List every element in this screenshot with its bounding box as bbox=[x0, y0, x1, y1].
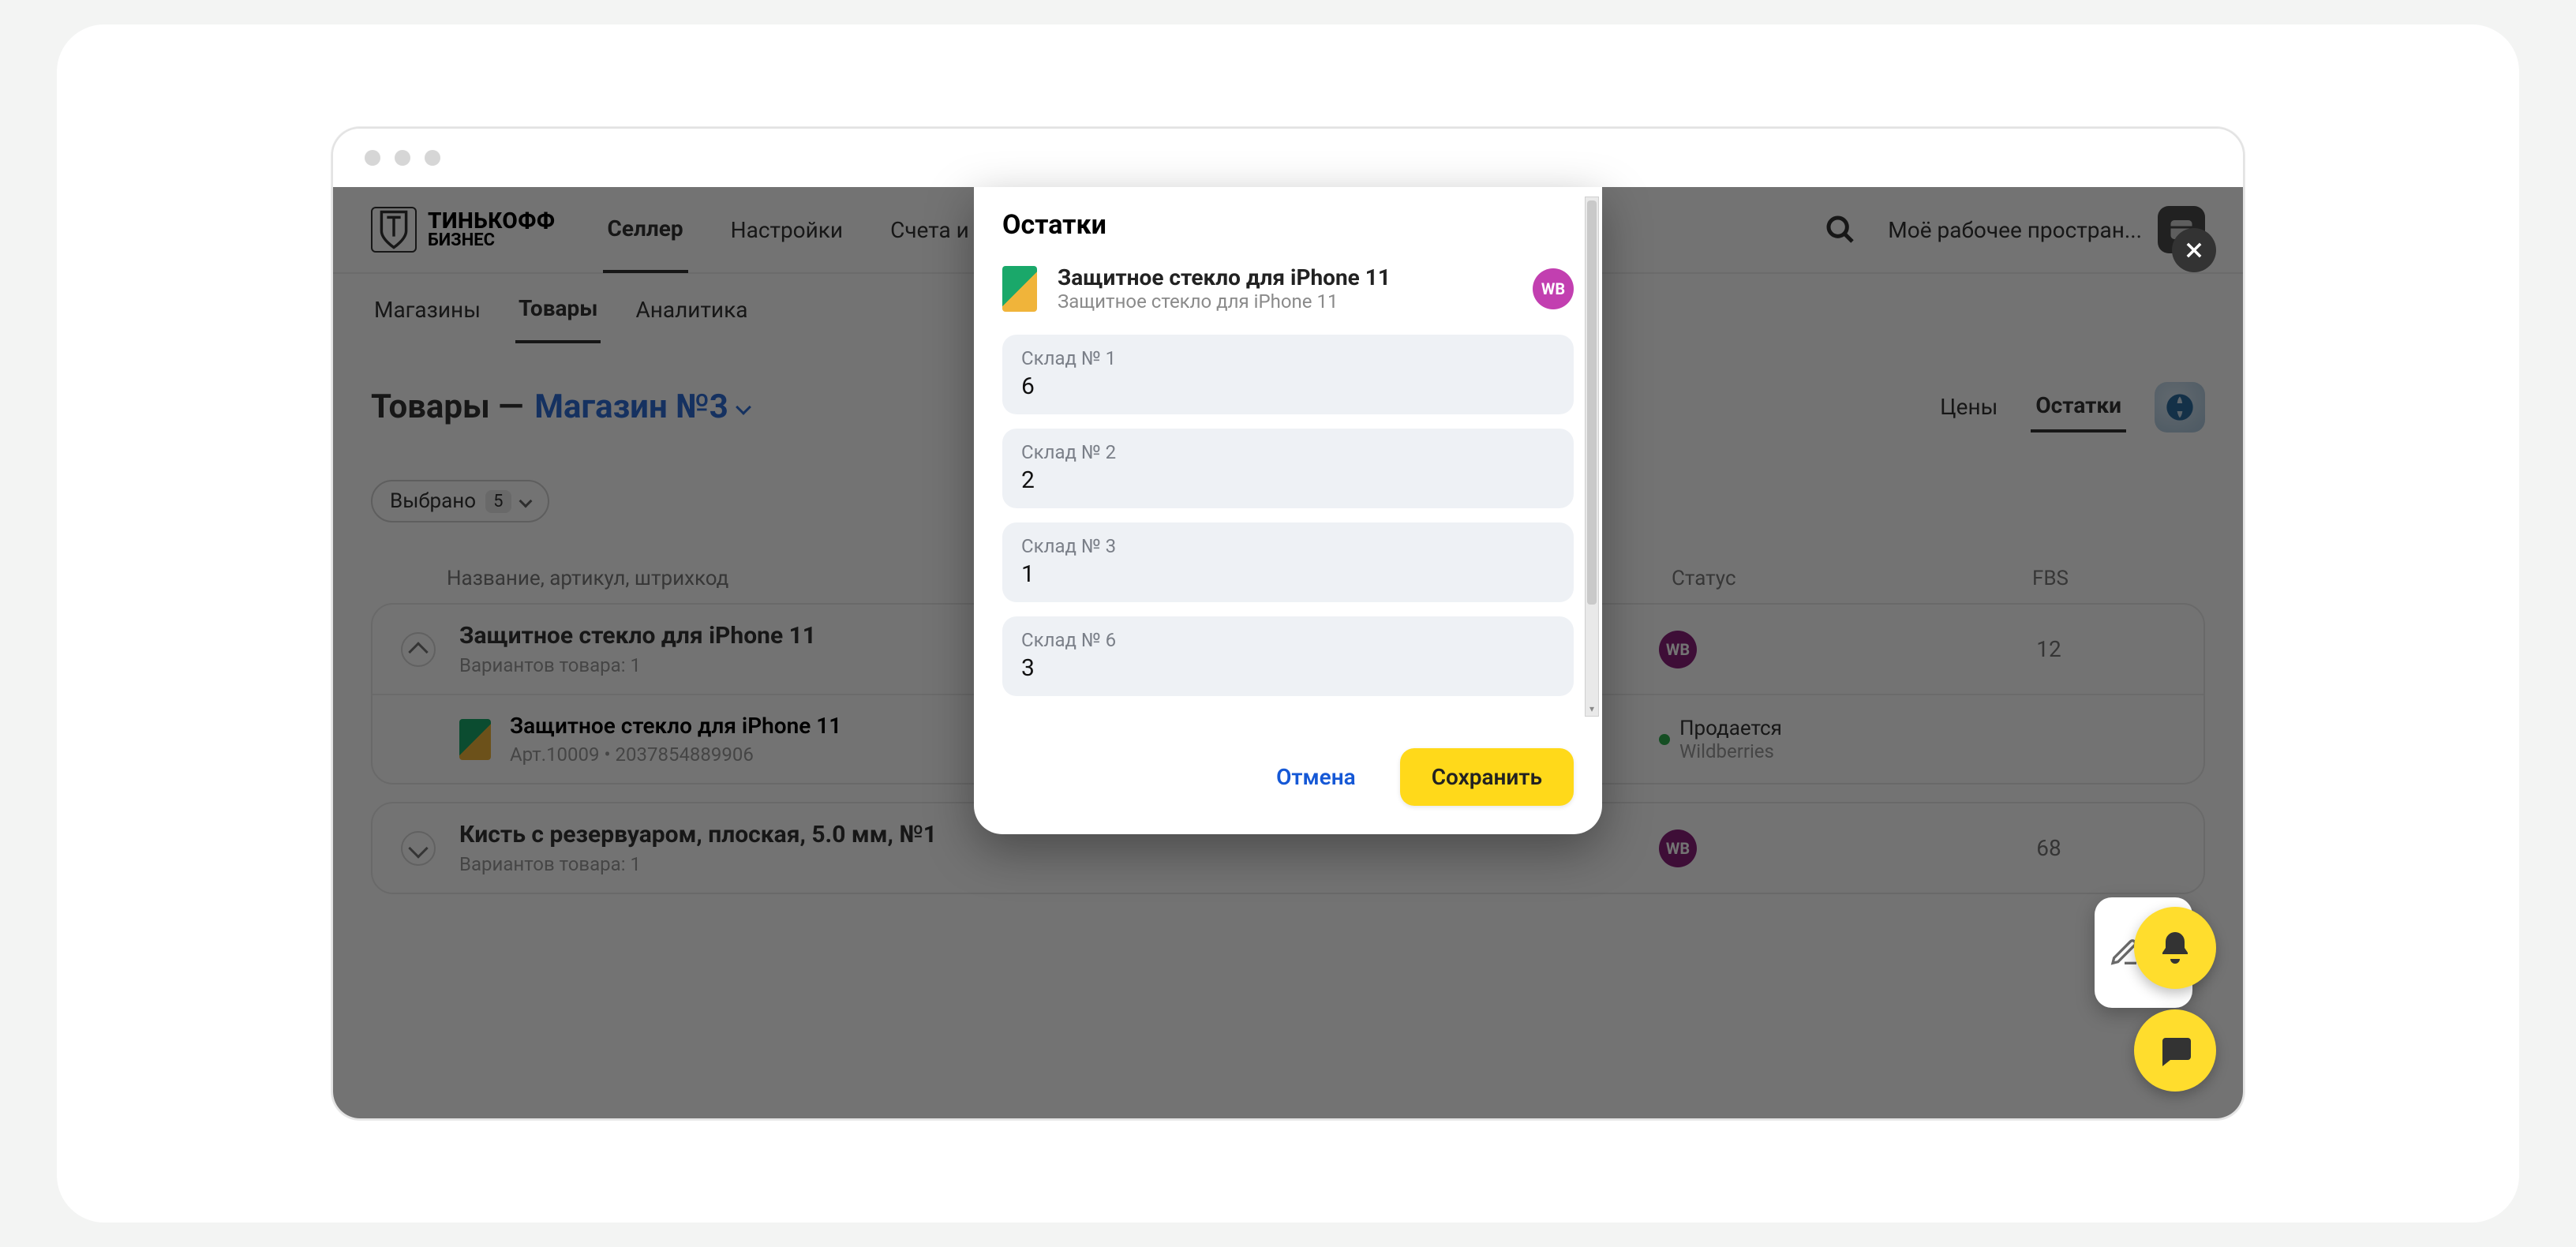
warehouse-label: Склад № 2 bbox=[1021, 441, 1555, 463]
warehouse-label: Склад № 3 bbox=[1021, 535, 1555, 557]
modal-title: Остатки bbox=[1002, 209, 1574, 241]
warehouse-field[interactable]: Склад № 6 3 bbox=[1002, 616, 1574, 696]
warehouse-label: Склад № 1 bbox=[1021, 347, 1555, 369]
scrollbar[interactable]: ▾ bbox=[1585, 197, 1599, 717]
product-thumb-icon bbox=[1002, 266, 1037, 312]
modal-product-subtitle: Защитное стекло для iPhone 11 bbox=[1058, 290, 1520, 313]
warehouse-field[interactable]: Склад № 2 2 bbox=[1002, 429, 1574, 508]
marketplace-badge: WB bbox=[1533, 268, 1574, 309]
window-titlebar bbox=[333, 129, 2243, 187]
warehouse-value: 1 bbox=[1021, 560, 1555, 588]
scroll-down-icon[interactable]: ▾ bbox=[1586, 703, 1598, 714]
warehouse-value: 3 bbox=[1021, 654, 1555, 682]
warehouse-value: 2 bbox=[1021, 466, 1555, 494]
modal-product-name: Защитное стекло для iPhone 11 bbox=[1058, 264, 1520, 290]
cancel-button[interactable]: Отмена bbox=[1251, 748, 1381, 806]
close-button[interactable] bbox=[2172, 228, 2216, 272]
scrollbar-thumb[interactable] bbox=[1587, 200, 1597, 605]
warehouse-value: 6 bbox=[1021, 373, 1555, 400]
modal-footer: Отмена Сохранить bbox=[974, 726, 1602, 834]
browser-window: ТИНЬКОФФ БИЗНЕС Селлер Настройки Счета и… bbox=[331, 127, 2245, 1120]
save-button[interactable]: Сохранить bbox=[1400, 748, 1574, 806]
warehouse-label: Склад № 6 bbox=[1021, 629, 1555, 651]
warehouse-field[interactable]: Склад № 3 1 bbox=[1002, 522, 1574, 602]
chat-fab[interactable] bbox=[2134, 1009, 2216, 1092]
stock-modal: Остатки Защитное стекло для iPhone 11 За… bbox=[974, 187, 1602, 834]
notifications-fab[interactable] bbox=[2134, 907, 2216, 989]
modal-product: Защитное стекло для iPhone 11 Защитное с… bbox=[1002, 264, 1574, 313]
traffic-light-minimize[interactable] bbox=[395, 150, 410, 166]
warehouse-field[interactable]: Склад № 1 6 bbox=[1002, 335, 1574, 414]
traffic-light-close[interactable] bbox=[365, 150, 380, 166]
chat-icon bbox=[2156, 1032, 2194, 1069]
traffic-light-zoom[interactable] bbox=[425, 150, 440, 166]
fab-column bbox=[2134, 907, 2216, 1092]
bell-icon bbox=[2156, 929, 2194, 967]
